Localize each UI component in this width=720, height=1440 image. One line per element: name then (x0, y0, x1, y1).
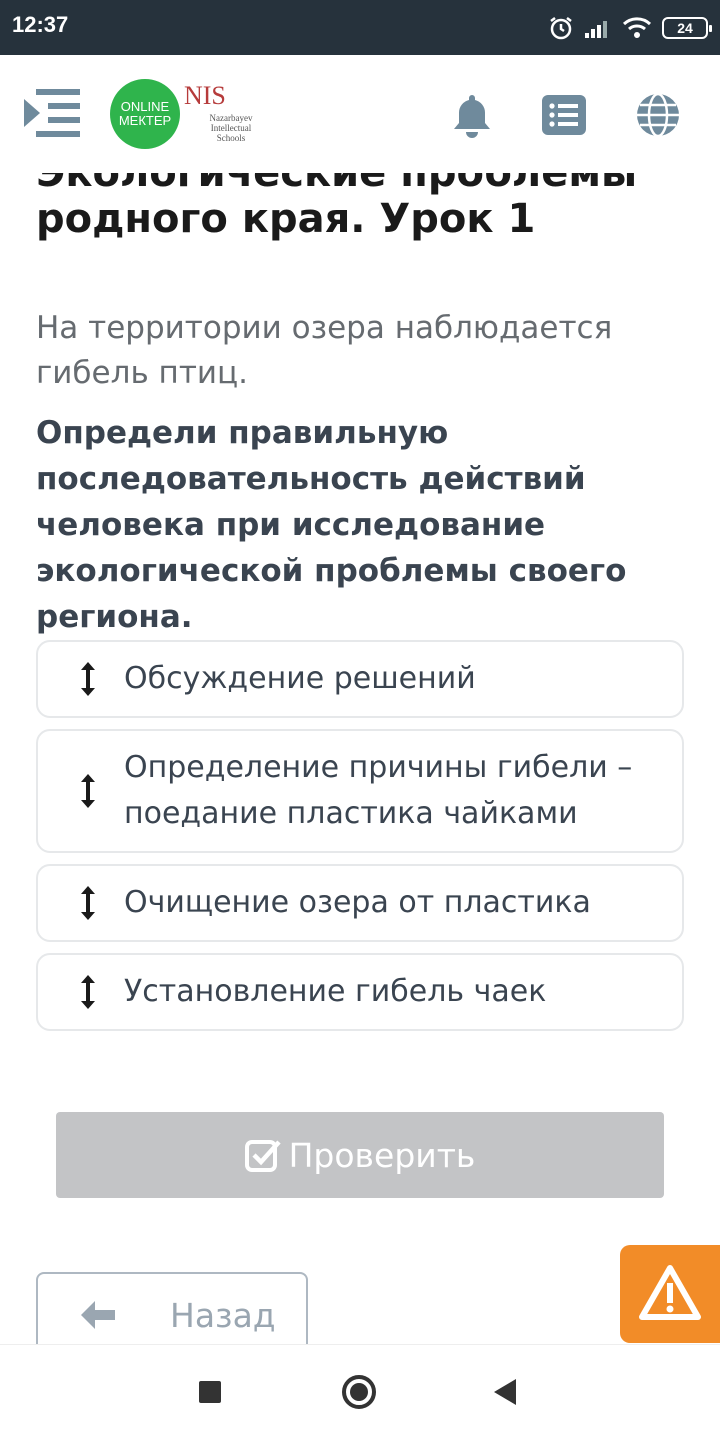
drag-handle-icon[interactable] (78, 661, 98, 697)
drag-handle-icon[interactable] (78, 773, 98, 809)
task-question: Определи правильную последовательность д… (36, 415, 627, 635)
status-bar: 12:37 24 (0, 0, 720, 55)
system-nav-bar (0, 1344, 720, 1440)
sortable-option[interactable]: Очищение озера от пластика (36, 864, 684, 942)
nis-logo: NIS Nazarbayev Intellectual Schools (184, 81, 264, 151)
task-intro: На территории озера наблюдается гибель п… (36, 310, 613, 391)
sortable-option[interactable]: Установление гибель чаек (36, 953, 684, 1031)
sortable-options: Обсуждение решений Определение причины г… (36, 640, 684, 1042)
online-mektep-logo[interactable]: ONLINE МЕКТЕР (110, 79, 180, 149)
back-nav-icon[interactable] (494, 1379, 516, 1405)
drag-handle-icon[interactable] (78, 974, 98, 1010)
brand-line-1: ONLINE (120, 99, 170, 114)
option-label: Обсуждение решений (124, 661, 476, 696)
alarm-icon (550, 17, 572, 40)
checkbox-icon (244, 1140, 281, 1172)
app-header: ONLINE МЕКТЕР NIS Nazarbayev Intellectua… (0, 55, 720, 173)
sortable-option[interactable]: Обсуждение решений (36, 640, 684, 718)
wifi-icon (622, 17, 652, 38)
option-label: Установление гибель чаек (124, 974, 547, 1009)
bell-icon[interactable] (448, 91, 496, 139)
warning-icon (639, 1265, 701, 1320)
check-button-label: Проверить (288, 1135, 476, 1175)
report-problem-button[interactable] (620, 1245, 720, 1343)
list-icon[interactable] (540, 91, 588, 139)
brand-line-2: МЕКТЕР (118, 113, 172, 128)
globe-icon[interactable] (634, 91, 682, 139)
check-button[interactable]: Проверить (56, 1112, 664, 1198)
drag-handle-icon[interactable] (78, 885, 98, 921)
option-label: Определение причины гибели – поедание пл… (124, 750, 633, 831)
option-label: Очищение озера от пластика (124, 885, 591, 920)
signal-icon (585, 21, 607, 38)
battery-level: 24 (677, 20, 693, 36)
menu-icon[interactable] (22, 85, 82, 141)
sortable-option[interactable]: Определение причины гибели – поедание пл… (36, 729, 684, 853)
recents-icon[interactable] (199, 1381, 221, 1403)
nis-logo-subtitle: Nazarbayev Intellectual Schools (209, 113, 253, 143)
battery-indicator: 24 (662, 17, 712, 39)
status-icons: 24 (548, 12, 712, 44)
home-icon[interactable] (342, 1375, 376, 1409)
back-button-label: Назад (170, 1296, 276, 1335)
status-time: 12:37 (12, 12, 69, 37)
nis-logo-mark: NIS (184, 81, 226, 110)
arrow-left-icon (81, 1301, 115, 1329)
